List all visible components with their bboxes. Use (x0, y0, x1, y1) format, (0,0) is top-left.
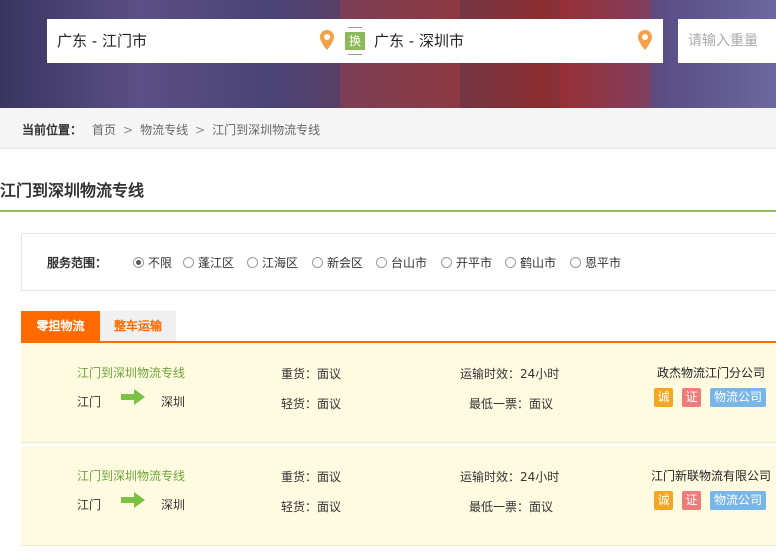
integrity-badge: 诚 (654, 388, 673, 407)
breadcrumb-category-link[interactable]: 物流专线 (140, 123, 188, 137)
radio-icon[interactable] (312, 257, 323, 268)
certified-badge: 证 (682, 388, 701, 407)
heavy-cargo-price: 重货：面议 (281, 367, 342, 381)
radio-icon[interactable] (505, 257, 516, 268)
swap-label: 换 (345, 32, 365, 50)
page-title: 江门到深圳物流专线 (0, 181, 145, 200)
tab-ltl[interactable]: 零担物流 (21, 311, 100, 342)
filter-option-heshan[interactable]: 鹤山市 (505, 254, 556, 271)
radio-icon[interactable] (570, 257, 581, 268)
light-cargo-price: 轻货：面议 (281, 500, 342, 514)
origin-city: 江门 (77, 498, 102, 512)
destination-city: 深圳 (161, 498, 186, 512)
integrity-badge: 诚 (654, 491, 673, 510)
route-search-box: 广东 - 江门市 换 广东 - 深圳市 (47, 19, 663, 63)
hero-banner: 广东 - 江门市 换 广东 - 深圳市 (0, 0, 776, 108)
certified-badge: 证 (682, 491, 701, 510)
location-pin-icon[interactable] (638, 30, 652, 50)
line-name-link[interactable]: 江门到深圳物流专线 (77, 364, 185, 381)
list-item: 江门到深圳物流专线 江门 深圳 重货：面议 轻货：面议 运输时效：24小时 最低… (21, 446, 776, 546)
logistics-company-badge: 物流公司 (710, 491, 766, 510)
filter-option-pengjiang[interactable]: 蓬江区 (183, 254, 234, 271)
tab-ftl[interactable]: 整车运输 (100, 311, 176, 342)
breadcrumb-current[interactable]: 江门到深圳物流专线 (212, 123, 320, 137)
title-divider (0, 210, 776, 212)
swap-arrow-icon (348, 51, 362, 55)
list-item: 江门到深圳物流专线 江门 深圳 重货：面议 轻货：面议 运输时效：24小时 最低… (21, 343, 776, 443)
swap-route-button[interactable]: 换 (345, 27, 365, 55)
origin-city: 江门 (77, 395, 102, 409)
arrow-right-icon (121, 389, 145, 405)
transit-time: 运输时效：24小时 (460, 367, 560, 381)
weight-box (678, 19, 776, 63)
radio-icon[interactable] (441, 257, 452, 268)
service-area-filter: 服务范围： 不限 蓬江区 江海区 新会区 台山市 开平市 鹤山市 恩平市 (21, 233, 776, 291)
minimum-ticket: 最低一票：面议 (469, 500, 554, 514)
radio-selected-icon[interactable] (133, 257, 144, 268)
filter-option-all[interactable]: 不限 (133, 254, 172, 271)
breadcrumb-label: 当前位置： (22, 123, 83, 137)
company-name-link[interactable]: 政杰物流江门分公司 (657, 364, 765, 381)
breadcrumb-separator: > (195, 123, 206, 137)
filter-option-kaiping[interactable]: 开平市 (441, 254, 492, 271)
location-pin-icon[interactable] (320, 30, 334, 50)
breadcrumb-bar: 当前位置： 首页 > 物流专线 > 江门到深圳物流专线 (0, 108, 776, 149)
line-name-link[interactable]: 江门到深圳物流专线 (77, 467, 185, 484)
breadcrumb-separator: > (123, 123, 134, 137)
heavy-cargo-price: 重货：面议 (281, 470, 342, 484)
company-name-link[interactable]: 江门新联物流有限公司 (651, 467, 771, 484)
transit-time: 运输时效：24小时 (460, 470, 560, 484)
light-cargo-price: 轻货：面议 (281, 397, 342, 411)
filter-option-xinhui[interactable]: 新会区 (312, 254, 363, 271)
weight-input[interactable] (678, 19, 776, 63)
radio-icon[interactable] (183, 257, 194, 268)
arrow-right-icon (121, 492, 145, 508)
filter-label: 服务范围： (47, 256, 108, 270)
radio-icon[interactable] (247, 257, 258, 268)
breadcrumb: 当前位置： 首页 > 物流专线 > 江门到深圳物流专线 (22, 121, 320, 138)
logistics-company-badge: 物流公司 (710, 388, 766, 407)
destination-city: 深圳 (161, 395, 186, 409)
destination-field[interactable]: 广东 - 深圳市 (374, 19, 464, 63)
minimum-ticket: 最低一票：面议 (469, 397, 554, 411)
breadcrumb-home-link[interactable]: 首页 (92, 123, 116, 137)
filter-option-enping[interactable]: 恩平市 (570, 254, 621, 271)
swap-arrow-icon (348, 27, 362, 31)
radio-icon[interactable] (376, 257, 387, 268)
origin-field[interactable]: 广东 - 江门市 (57, 19, 147, 63)
filter-option-taishan[interactable]: 台山市 (376, 254, 427, 271)
filter-option-jianghai[interactable]: 江海区 (247, 254, 298, 271)
